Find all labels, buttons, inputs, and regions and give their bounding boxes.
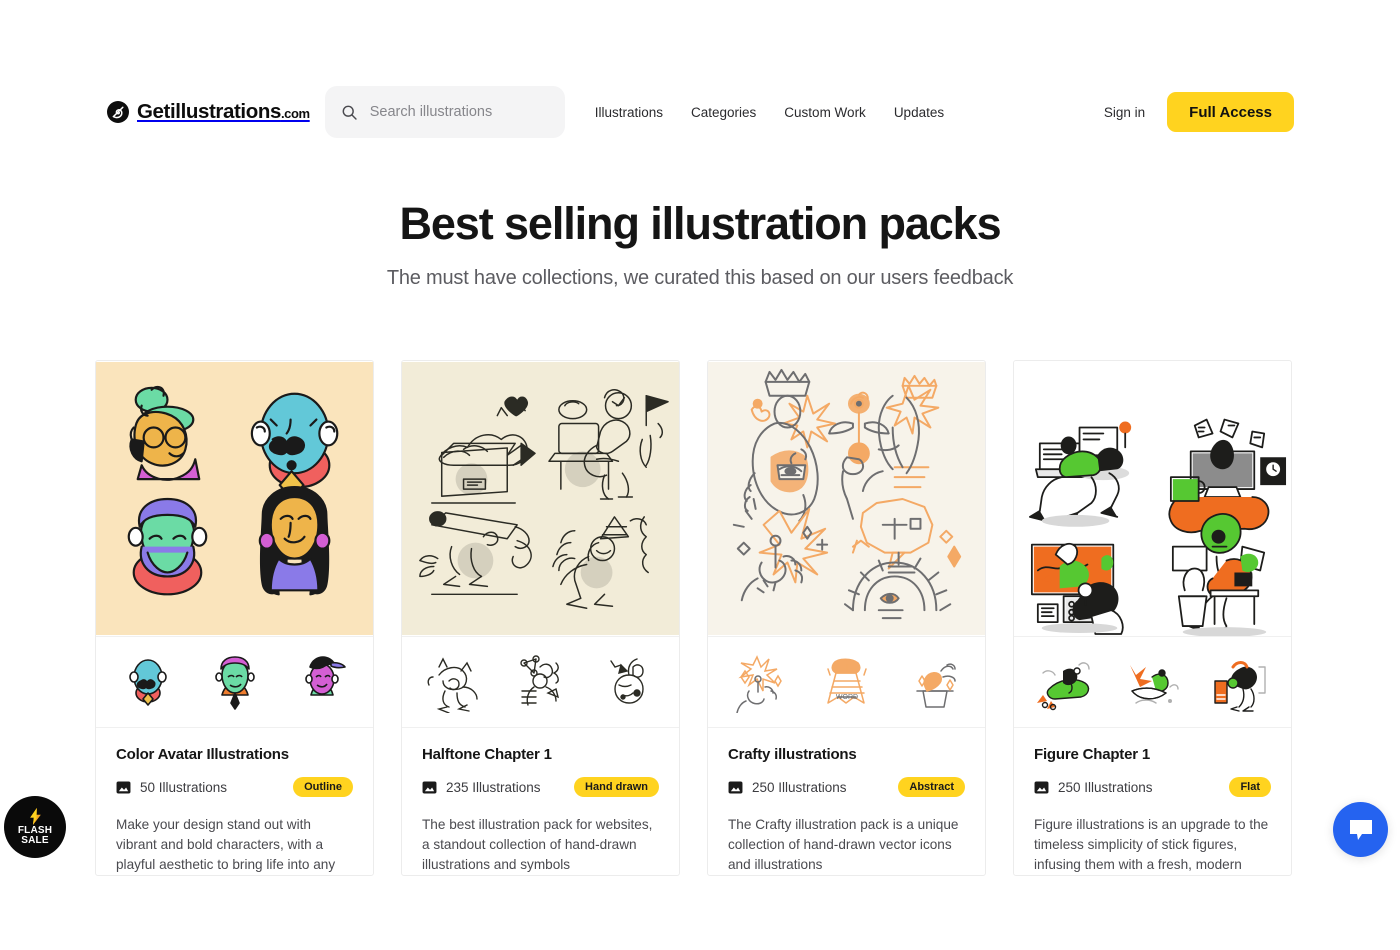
pack-title: Halftone Chapter 1: [422, 746, 552, 763]
flash-sale-label: FLASH SALE: [17, 824, 53, 847]
pack-preview-image[interactable]: [708, 361, 985, 636]
page-title: Best selling illustration packs: [399, 198, 1001, 249]
avatar-thumb-icon: [214, 656, 255, 710]
crafty-thumb-icon: WORD: [826, 658, 867, 704]
pack-preview-image[interactable]: [1014, 361, 1291, 636]
pack-tag: Flat: [1229, 777, 1271, 797]
header-actions: Sign in Full Access: [1104, 92, 1294, 132]
pack-card[interactable]: WORD Crafty illustrations 250 Illustrati…: [707, 360, 986, 876]
logo-text: Getillustrations.com: [137, 100, 310, 123]
crafty-thumb-icon: [735, 655, 782, 713]
pack-count: 250 Illustrations: [752, 779, 847, 795]
pack-meta: 50 Illustrations Outline: [116, 777, 353, 797]
pack-description: The best illustration pack for websites,…: [422, 817, 653, 872]
search-icon: [342, 105, 357, 120]
pack-description: Figure illustrations is an upgrade to th…: [1034, 817, 1269, 872]
pack-thumbnail[interactable]: [1209, 651, 1271, 713]
pack-card[interactable]: Figure Chapter 1 250 Illustrations Flat …: [1013, 360, 1292, 876]
pack-title: Crafty illustrations: [728, 746, 857, 763]
logo-domain-suffix: .com: [280, 106, 310, 121]
pack-thumbnail[interactable]: [117, 651, 179, 713]
pack-title: Figure Chapter 1: [1034, 746, 1150, 763]
nav-item-illustrations[interactable]: Illustrations: [595, 105, 663, 120]
flash-sale-badge[interactable]: FLASH SALE: [4, 796, 66, 858]
site-logo[interactable]: Getillustrations.com: [106, 100, 310, 124]
pack-tag: Abstract: [898, 777, 965, 797]
pack-thumbnail-strip: [1014, 636, 1291, 727]
figure-thumb-icon: [1129, 665, 1179, 704]
full-access-button[interactable]: Full Access: [1167, 92, 1294, 132]
pack-meta: 250 Illustrations Abstract: [728, 777, 965, 797]
nav-item-categories[interactable]: Categories: [691, 105, 756, 120]
image-icon: [116, 780, 131, 794]
site-header: Getillustrations.com Illustrations Categ…: [0, 0, 1400, 190]
pack-thumbnail[interactable]: [204, 651, 266, 713]
pack-meta: 235 Illustrations Hand drawn: [422, 777, 659, 797]
avatar-thumb-icon: [304, 656, 346, 696]
pack-thumbnail[interactable]: [729, 651, 791, 713]
image-icon: [728, 780, 743, 794]
figure-thumb-icon: [1213, 661, 1266, 712]
crafty-illustration: [708, 361, 985, 636]
pack-preview-image[interactable]: [402, 361, 679, 636]
pack-thumbnail[interactable]: [291, 651, 353, 713]
image-icon: [1034, 780, 1049, 794]
svg-text:WORD: WORD: [835, 694, 857, 701]
pack-thumbnail[interactable]: WORD: [816, 651, 878, 713]
pack-count: 250 Illustrations: [1058, 779, 1153, 795]
halftone-thumb-icon: [609, 658, 644, 704]
halftone-thumb-icon: [427, 657, 478, 713]
pack-title: Color Avatar Illustrations: [116, 746, 289, 763]
sign-in-link[interactable]: Sign in: [1104, 105, 1145, 120]
pack-thumbnail[interactable]: [510, 651, 572, 713]
figure-thumb-icon: [1036, 662, 1090, 711]
avatar-thumb-icon: [128, 659, 167, 706]
pack-description: The Crafty illustration pack is a unique…: [728, 817, 959, 872]
pack-thumbnail[interactable]: [423, 651, 485, 713]
pack-preview-image[interactable]: [96, 361, 373, 636]
lightning-bolt-icon: [29, 807, 41, 825]
figure-illustration: [1014, 361, 1291, 636]
halftone-illustration: [402, 361, 679, 636]
pack-meta: 250 Illustrations Flat: [1034, 777, 1271, 797]
pack-thumbnail[interactable]: [1122, 651, 1184, 713]
pack-count: 50 Illustrations: [140, 779, 228, 795]
main-nav: Illustrations Categories Custom Work Upd…: [595, 105, 944, 120]
crafty-thumb-icon: [915, 663, 956, 708]
pack-thumbnail[interactable]: [597, 651, 659, 713]
pack-tag: Outline: [293, 777, 353, 797]
flash-sale-line-1: FLASH: [17, 824, 53, 836]
pack-thumbnail-strip: [96, 636, 373, 727]
pack-card[interactable]: Halftone Chapter 1 235 Illustrations Han…: [401, 360, 680, 876]
pack-thumbnail[interactable]: [903, 651, 965, 713]
nav-item-updates[interactable]: Updates: [894, 105, 944, 120]
pack-description: Make your design stand out with vibrant …: [116, 817, 336, 872]
pack-grid: Color Avatar Illustrations 50 Illustrati…: [0, 360, 1400, 876]
pack-thumbnail[interactable]: [1035, 651, 1097, 713]
flash-sale-line-2: SALE: [21, 835, 49, 846]
pack-thumbnail-strip: WORD: [708, 636, 985, 727]
pack-thumbnail-strip: [402, 636, 679, 727]
halftone-thumb-icon: [519, 655, 559, 706]
chat-widget-button[interactable]: [1333, 802, 1388, 857]
hand-swirl-logo-icon: [107, 101, 129, 123]
nav-item-custom-work[interactable]: Custom Work: [784, 105, 866, 120]
chat-bubble-icon: [1349, 819, 1372, 840]
image-icon: [422, 780, 437, 794]
pack-tag: Hand drawn: [574, 777, 659, 797]
pack-card[interactable]: Color Avatar Illustrations 50 Illustrati…: [95, 360, 374, 876]
search-box[interactable]: [324, 86, 565, 138]
search-input[interactable]: [369, 104, 549, 120]
pack-count: 235 Illustrations: [446, 779, 541, 795]
hero-section: Best selling illustration packs The must…: [0, 190, 1400, 290]
color-avatars-illustration: [96, 361, 373, 636]
page-subtitle: The must have collections, we curated th…: [386, 267, 1014, 289]
